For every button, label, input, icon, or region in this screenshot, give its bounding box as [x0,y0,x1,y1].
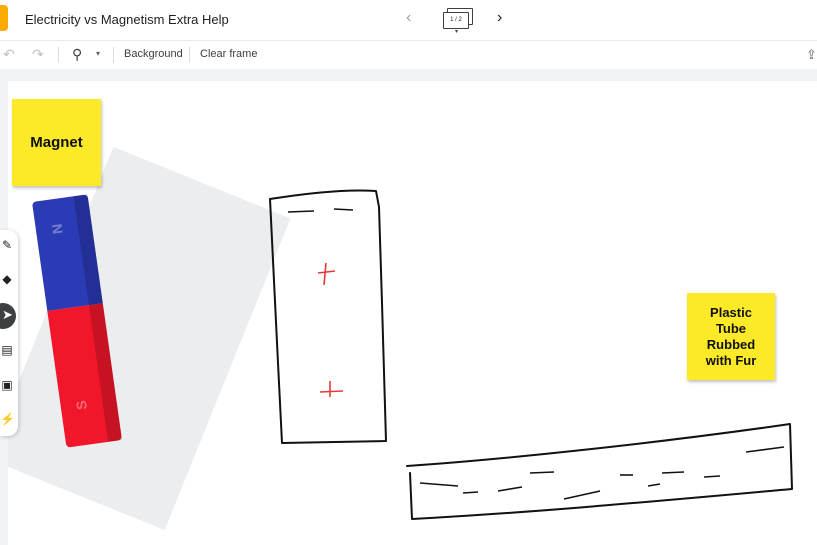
zoom-icon[interactable]: ⚲ [72,46,82,63]
caret-down-icon: ▾ [455,29,459,35]
toolbar: ↶ ↷ ⚲ ▾ Background Clear frame ⇪ [0,40,817,69]
ink-minus-mark [563,490,601,500]
sticky-note-icon[interactable]: ▤ [0,343,14,357]
whiteboard-canvas[interactable]: N S Magnet Plastic Tube Rubbed with Fur [8,81,817,545]
laser-icon[interactable]: ⚡ [0,412,15,426]
pen-icon[interactable]: ✎ [0,238,14,252]
redo-icon[interactable]: ↷ [32,46,44,63]
background-button[interactable]: Background [124,48,183,60]
app-logo-icon [0,5,8,31]
ink-drawing-layer [269,189,793,520]
ink-minus-mark [647,483,661,487]
clear-frame-button[interactable]: Clear frame [200,48,257,60]
ink-minus-mark [287,210,315,213]
ink-minus-mark [529,471,555,474]
ink-minus-mark [462,491,479,494]
ink-minus-mark [333,208,354,211]
image-icon[interactable]: ▣ [0,378,14,392]
select-icon[interactable]: ➤ [0,303,16,329]
document-title[interactable]: Electricity vs Magnetism Extra Help [25,12,229,27]
ink-minus-mark [419,482,459,487]
ink-minus-mark [745,446,785,453]
toolbar-divider [189,47,190,63]
eraser-icon[interactable]: ◆ [0,272,14,286]
undo-icon[interactable]: ↶ [3,46,15,63]
ink-minus-mark [661,471,685,474]
tool-sidebar: ✎ ◆ ➤ ▤ ▣ ⚡ [0,230,18,436]
ink-tube-outline [406,423,793,520]
ink-plus-mark [319,381,344,397]
zoom-dropdown-icon[interactable]: ▾ [96,49,100,58]
toolbar-divider [58,47,59,63]
ink-plus-mark [317,262,336,286]
present-icon[interactable]: ⇪ [806,47,817,63]
title-bar: Electricity vs Magnetism Extra Help ‹ 1 … [0,0,817,40]
chevron-right-icon[interactable]: › [497,9,502,27]
frame-indicator: 1 / 2 [443,12,469,29]
ink-minus-mark [497,486,523,492]
toolbar-divider [113,47,114,63]
ink-minus-mark [703,475,721,478]
chevron-left-icon[interactable]: ‹ [406,9,411,27]
ink-rectangle-outline [269,189,387,444]
frame-selector-button[interactable]: 1 / 2 ▾ [443,8,473,35]
more-vert-icon[interactable]: ⋮ [812,9,817,26]
